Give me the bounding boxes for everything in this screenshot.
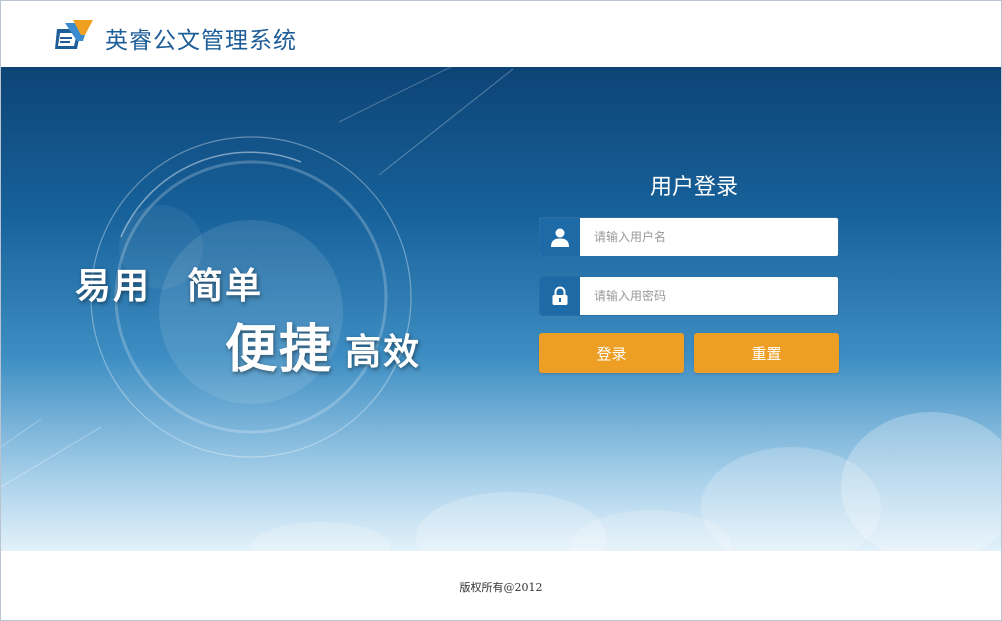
slogan-efficient: 高效: [345, 331, 422, 373]
user-icon-box: [540, 218, 580, 256]
app-title: 英睿公文管理系统: [105, 28, 297, 54]
slogan-easy-to-use: 易用: [75, 265, 152, 307]
login-page: 英睿公文管理系统 易用 简单 便捷 高效 用户登录 请输入用户名 登录 重置 版…: [0, 0, 1002, 621]
slogan-convenient: 便捷: [225, 319, 334, 380]
lock-icon-box: [540, 277, 580, 315]
hero-decoration: [1, 67, 1001, 551]
password-field: [539, 276, 839, 316]
doc-logo-icon: [55, 20, 93, 49]
slogan-simple: 简单: [187, 265, 264, 307]
user-icon: [551, 228, 569, 247]
password-input[interactable]: [580, 277, 836, 315]
lock-icon: [552, 286, 568, 305]
hero-banner: 易用 简单 便捷 高效 用户登录 登录: [1, 67, 1001, 551]
header-bar: 英睿公文管理系统: [1, 1, 1001, 67]
login-title: 用户登录: [649, 175, 738, 200]
footer-bar: 版权所有@2012: [1, 551, 1001, 620]
copyright-text: 版权所有@2012: [459, 581, 543, 594]
username-input[interactable]: [580, 218, 836, 256]
reset-button[interactable]: 重置: [694, 333, 839, 373]
login-button[interactable]: 登录: [539, 333, 684, 373]
username-field: [539, 217, 839, 257]
